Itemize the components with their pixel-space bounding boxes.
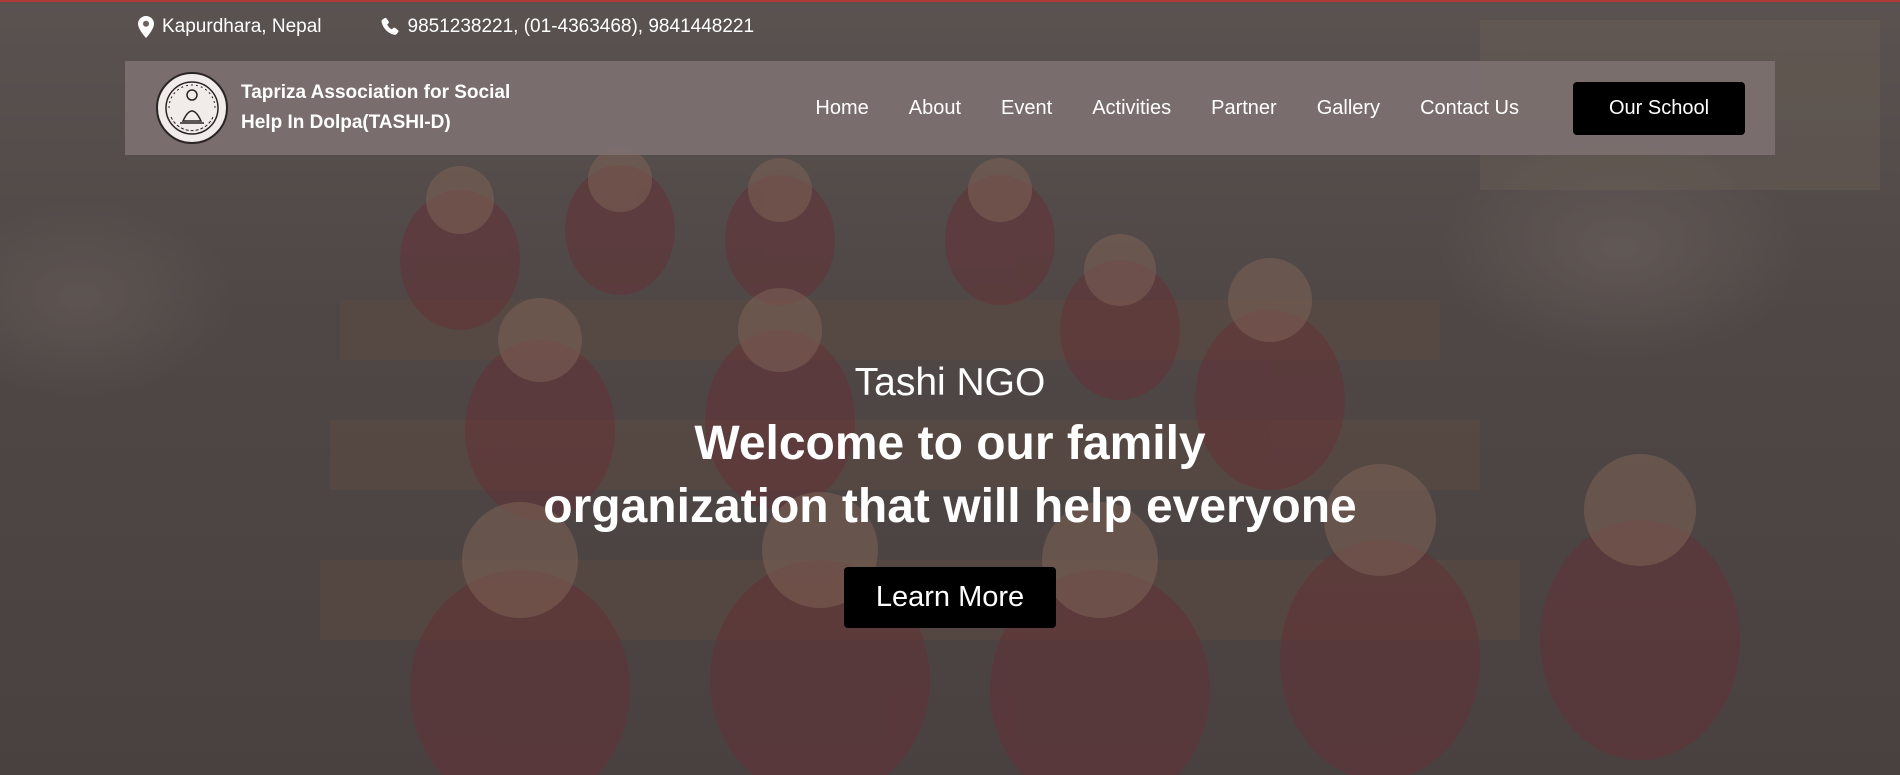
learn-more-button[interactable]: Learn More bbox=[844, 567, 1056, 628]
nav-activities[interactable]: Activities bbox=[1092, 97, 1171, 120]
location-text: Kapurdhara, Nepal bbox=[162, 16, 322, 37]
map-pin-icon bbox=[138, 16, 154, 38]
nav-contact-us[interactable]: Contact Us bbox=[1420, 97, 1519, 120]
nav-links: Home About Event Activities Partner Gall… bbox=[775, 81, 1745, 135]
nav-gallery[interactable]: Gallery bbox=[1317, 97, 1380, 120]
contact-strip: Kapurdhara, Nepal 9851238221, (01-436346… bbox=[138, 14, 812, 40]
hero-title-line2: organization that will help everyone bbox=[543, 480, 1357, 533]
hero-content: Tashi NGO Welcome to our family organiza… bbox=[0, 355, 1900, 628]
hero-subtitle: Tashi NGO bbox=[854, 361, 1046, 404]
phone-icon bbox=[380, 17, 399, 35]
our-school-button[interactable]: Our School bbox=[1573, 81, 1745, 135]
contact-phone: 9851238221, (01-4363468), 9841448221 bbox=[380, 16, 755, 38]
brand-name[interactable]: Tapriza Association for Social Help In D… bbox=[241, 78, 541, 138]
tashi-d-logo[interactable] bbox=[155, 71, 229, 145]
nav-partner[interactable]: Partner bbox=[1211, 97, 1277, 120]
hero-title-line1: Welcome to our family bbox=[694, 417, 1206, 470]
contact-location: Kapurdhara, Nepal bbox=[138, 16, 322, 38]
top-accent-line bbox=[0, 0, 1900, 2]
nav-about[interactable]: About bbox=[909, 97, 961, 120]
nav-home[interactable]: Home bbox=[815, 97, 868, 120]
phone-text: 9851238221, (01-4363468), 9841448221 bbox=[407, 16, 755, 37]
main-navbar: Tapriza Association for Social Help In D… bbox=[125, 61, 1775, 155]
nav-event[interactable]: Event bbox=[1001, 97, 1052, 120]
